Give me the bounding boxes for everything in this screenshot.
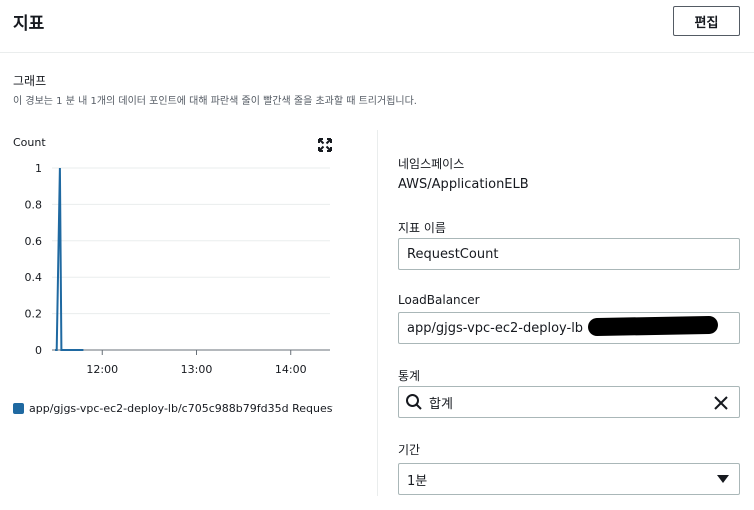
graph-section-title: 그래프 [13,74,47,88]
x-tick-label: 13:00 [181,363,213,376]
y-tick-label: 0.6 [25,235,43,248]
x-tick-label: 12:00 [86,363,118,376]
expand-icon[interactable] [318,138,332,152]
period-select[interactable]: 1분 [398,463,740,495]
statistic-field[interactable]: 합계 [398,386,740,418]
namespace-value: AWS/ApplicationELB [398,177,529,192]
y-tick-label: 0.4 [25,271,43,284]
legend-swatch [13,403,24,414]
period-value: 1분 [407,473,428,489]
statistic-label: 통계 [398,369,421,383]
y-tick-label: 0 [35,344,42,357]
metric-name-value: RequestCount [407,246,499,262]
series-line [55,167,84,351]
chart-series [55,167,84,351]
x-tick-label: 14:00 [275,363,307,376]
loadbalancer-value: app/gjgs-vpc-ec2-deploy-lb [407,320,584,336]
period-label: 기간 [398,443,421,457]
page-header: 지표 편집 [0,0,754,53]
y-axis-label: Count [13,136,46,149]
y-tick-label: 0.8 [25,198,43,211]
redaction-mark [587,315,719,337]
namespace-label: 네임스페이스 [398,157,465,171]
graph-description: 이 경보는 1 분 내 1개의 데이터 포인트에 대해 파란색 줄이 빨간색 줄… [13,96,417,107]
y-axis-ticks: 0 0.2 0.4 0.6 0.8 1 [25,162,43,357]
x-axis-ticks: 12:00 13:00 14:00 [86,350,307,376]
section-divider [377,130,378,496]
metric-chart: Count 0 0.2 0.4 0.6 0.8 1 12:00 13:00 14:00 [0,130,350,390]
caret-down-icon [717,475,729,483]
legend-label: app/gjgs-vpc-ec2-deploy-lb/c705c988b79fd… [29,402,333,415]
y-tick-label: 0.2 [25,308,43,321]
chart-svg: Count 0 0.2 0.4 0.6 0.8 1 12:00 13:00 14:00 [13,136,332,376]
clear-icon[interactable] [711,393,731,413]
y-tick-label: 1 [35,162,42,175]
chart-grid [52,167,330,351]
statistic-value: 합계 [429,396,453,412]
page-title: 지표 [13,14,45,34]
chart-legend[interactable]: app/gjgs-vpc-ec2-deploy-lb/c705c988b79fd… [13,402,333,415]
metric-name-label: 지표 이름 [398,221,446,235]
loadbalancer-label: LoadBalancer [398,293,480,307]
edit-button[interactable]: 편집 [673,6,740,36]
metric-name-field[interactable]: RequestCount [398,238,740,270]
search-icon [403,391,425,413]
